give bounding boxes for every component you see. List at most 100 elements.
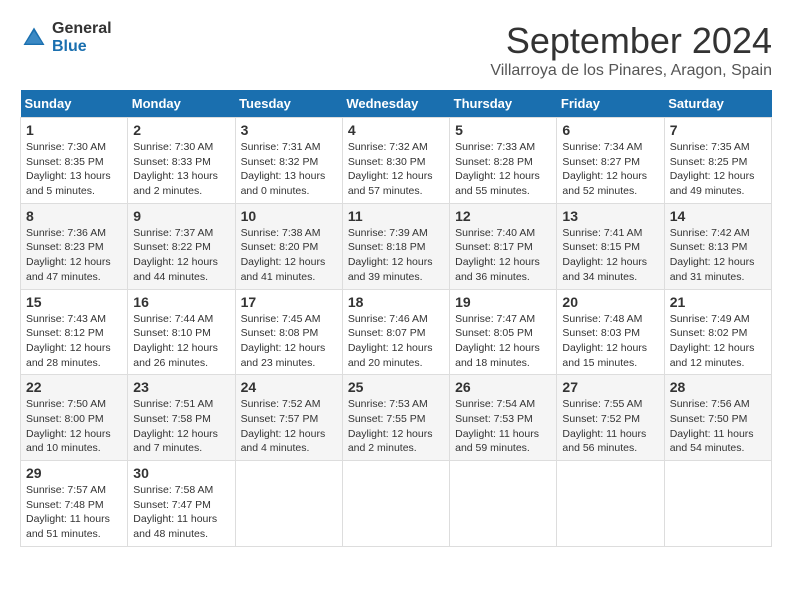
day-info: Sunrise: 7:47 AM Sunset: 8:05 PM Dayligh… xyxy=(455,313,540,369)
day-number: 23 xyxy=(133,379,229,395)
day-info: Sunrise: 7:52 AM Sunset: 7:57 PM Dayligh… xyxy=(241,398,326,454)
day-info: Sunrise: 7:51 AM Sunset: 7:58 PM Dayligh… xyxy=(133,398,218,454)
day-number: 15 xyxy=(26,294,122,310)
day-cell-10: 10 Sunrise: 7:38 AM Sunset: 8:20 PM Dayl… xyxy=(235,203,342,289)
week-row-5: 29 Sunrise: 7:57 AM Sunset: 7:48 PM Dayl… xyxy=(21,461,772,547)
day-cell-19: 19 Sunrise: 7:47 AM Sunset: 8:05 PM Dayl… xyxy=(450,289,557,375)
day-cell-1: 1 Sunrise: 7:30 AM Sunset: 8:35 PM Dayli… xyxy=(21,118,128,204)
day-cell-30: 30 Sunrise: 7:58 AM Sunset: 7:47 PM Dayl… xyxy=(128,461,235,547)
day-cell-2: 2 Sunrise: 7:30 AM Sunset: 8:33 PM Dayli… xyxy=(128,118,235,204)
day-cell-5: 5 Sunrise: 7:33 AM Sunset: 8:28 PM Dayli… xyxy=(450,118,557,204)
day-info: Sunrise: 7:43 AM Sunset: 8:12 PM Dayligh… xyxy=(26,313,111,369)
day-number: 24 xyxy=(241,379,337,395)
day-info: Sunrise: 7:55 AM Sunset: 7:52 PM Dayligh… xyxy=(562,398,646,454)
empty-cell xyxy=(450,461,557,547)
day-number: 29 xyxy=(26,465,122,481)
day-number: 19 xyxy=(455,294,551,310)
page-header: General Blue September 2024 Villarroya d… xyxy=(20,20,772,80)
day-info: Sunrise: 7:49 AM Sunset: 8:02 PM Dayligh… xyxy=(670,313,755,369)
day-number: 21 xyxy=(670,294,766,310)
day-cell-7: 7 Sunrise: 7:35 AM Sunset: 8:25 PM Dayli… xyxy=(664,118,771,204)
logo-general-text: General xyxy=(52,20,112,38)
day-cell-13: 13 Sunrise: 7:41 AM Sunset: 8:15 PM Dayl… xyxy=(557,203,664,289)
day-number: 6 xyxy=(562,122,658,138)
logo: General Blue xyxy=(20,20,112,55)
day-number: 1 xyxy=(26,122,122,138)
day-number: 16 xyxy=(133,294,229,310)
day-info: Sunrise: 7:30 AM Sunset: 8:33 PM Dayligh… xyxy=(133,141,218,197)
empty-cell xyxy=(664,461,771,547)
day-number: 28 xyxy=(670,379,766,395)
day-cell-4: 4 Sunrise: 7:32 AM Sunset: 8:30 PM Dayli… xyxy=(342,118,449,204)
day-info: Sunrise: 7:36 AM Sunset: 8:23 PM Dayligh… xyxy=(26,227,111,283)
day-info: Sunrise: 7:38 AM Sunset: 8:20 PM Dayligh… xyxy=(241,227,326,283)
week-row-2: 8 Sunrise: 7:36 AM Sunset: 8:23 PM Dayli… xyxy=(21,203,772,289)
day-number: 17 xyxy=(241,294,337,310)
calendar-table: SundayMondayTuesdayWednesdayThursdayFrid… xyxy=(20,90,772,547)
day-info: Sunrise: 7:35 AM Sunset: 8:25 PM Dayligh… xyxy=(670,141,755,197)
day-info: Sunrise: 7:39 AM Sunset: 8:18 PM Dayligh… xyxy=(348,227,433,283)
weekday-header-tuesday: Tuesday xyxy=(235,90,342,118)
day-cell-16: 16 Sunrise: 7:44 AM Sunset: 8:10 PM Dayl… xyxy=(128,289,235,375)
day-info: Sunrise: 7:34 AM Sunset: 8:27 PM Dayligh… xyxy=(562,141,647,197)
title-section: September 2024 Villarroya de los Pinares… xyxy=(490,20,772,80)
day-cell-26: 26 Sunrise: 7:54 AM Sunset: 7:53 PM Dayl… xyxy=(450,375,557,461)
day-number: 4 xyxy=(348,122,444,138)
day-number: 30 xyxy=(133,465,229,481)
day-number: 22 xyxy=(26,379,122,395)
month-title: September 2024 xyxy=(490,20,772,62)
day-info: Sunrise: 7:48 AM Sunset: 8:03 PM Dayligh… xyxy=(562,313,647,369)
day-cell-12: 12 Sunrise: 7:40 AM Sunset: 8:17 PM Dayl… xyxy=(450,203,557,289)
day-cell-9: 9 Sunrise: 7:37 AM Sunset: 8:22 PM Dayli… xyxy=(128,203,235,289)
day-cell-29: 29 Sunrise: 7:57 AM Sunset: 7:48 PM Dayl… xyxy=(21,461,128,547)
day-number: 3 xyxy=(241,122,337,138)
logo-icon xyxy=(20,24,48,52)
day-info: Sunrise: 7:42 AM Sunset: 8:13 PM Dayligh… xyxy=(670,227,755,283)
day-cell-17: 17 Sunrise: 7:45 AM Sunset: 8:08 PM Dayl… xyxy=(235,289,342,375)
day-cell-11: 11 Sunrise: 7:39 AM Sunset: 8:18 PM Dayl… xyxy=(342,203,449,289)
day-number: 26 xyxy=(455,379,551,395)
day-number: 12 xyxy=(455,208,551,224)
weekday-header-sunday: Sunday xyxy=(21,90,128,118)
weekday-header-saturday: Saturday xyxy=(664,90,771,118)
weekday-header-row: SundayMondayTuesdayWednesdayThursdayFrid… xyxy=(21,90,772,118)
day-cell-28: 28 Sunrise: 7:56 AM Sunset: 7:50 PM Dayl… xyxy=(664,375,771,461)
day-info: Sunrise: 7:58 AM Sunset: 7:47 PM Dayligh… xyxy=(133,484,217,540)
weekday-header-monday: Monday xyxy=(128,90,235,118)
day-number: 10 xyxy=(241,208,337,224)
day-info: Sunrise: 7:57 AM Sunset: 7:48 PM Dayligh… xyxy=(26,484,110,540)
day-number: 25 xyxy=(348,379,444,395)
day-number: 5 xyxy=(455,122,551,138)
empty-cell xyxy=(342,461,449,547)
logo-blue-text: Blue xyxy=(52,38,112,56)
weekday-header-wednesday: Wednesday xyxy=(342,90,449,118)
day-info: Sunrise: 7:33 AM Sunset: 8:28 PM Dayligh… xyxy=(455,141,540,197)
day-info: Sunrise: 7:30 AM Sunset: 8:35 PM Dayligh… xyxy=(26,141,111,197)
day-info: Sunrise: 7:53 AM Sunset: 7:55 PM Dayligh… xyxy=(348,398,433,454)
day-info: Sunrise: 7:54 AM Sunset: 7:53 PM Dayligh… xyxy=(455,398,539,454)
day-info: Sunrise: 7:32 AM Sunset: 8:30 PM Dayligh… xyxy=(348,141,433,197)
day-cell-20: 20 Sunrise: 7:48 AM Sunset: 8:03 PM Dayl… xyxy=(557,289,664,375)
day-number: 9 xyxy=(133,208,229,224)
day-info: Sunrise: 7:31 AM Sunset: 8:32 PM Dayligh… xyxy=(241,141,326,197)
day-number: 8 xyxy=(26,208,122,224)
day-number: 27 xyxy=(562,379,658,395)
weekday-header-thursday: Thursday xyxy=(450,90,557,118)
day-info: Sunrise: 7:46 AM Sunset: 8:07 PM Dayligh… xyxy=(348,313,433,369)
day-cell-22: 22 Sunrise: 7:50 AM Sunset: 8:00 PM Dayl… xyxy=(21,375,128,461)
day-cell-6: 6 Sunrise: 7:34 AM Sunset: 8:27 PM Dayli… xyxy=(557,118,664,204)
day-info: Sunrise: 7:50 AM Sunset: 8:00 PM Dayligh… xyxy=(26,398,111,454)
week-row-1: 1 Sunrise: 7:30 AM Sunset: 8:35 PM Dayli… xyxy=(21,118,772,204)
day-info: Sunrise: 7:37 AM Sunset: 8:22 PM Dayligh… xyxy=(133,227,218,283)
day-info: Sunrise: 7:56 AM Sunset: 7:50 PM Dayligh… xyxy=(670,398,754,454)
day-number: 14 xyxy=(670,208,766,224)
day-number: 2 xyxy=(133,122,229,138)
logo-text: General Blue xyxy=(52,20,112,55)
week-row-4: 22 Sunrise: 7:50 AM Sunset: 8:00 PM Dayl… xyxy=(21,375,772,461)
week-row-3: 15 Sunrise: 7:43 AM Sunset: 8:12 PM Dayl… xyxy=(21,289,772,375)
day-info: Sunrise: 7:45 AM Sunset: 8:08 PM Dayligh… xyxy=(241,313,326,369)
day-cell-18: 18 Sunrise: 7:46 AM Sunset: 8:07 PM Dayl… xyxy=(342,289,449,375)
day-cell-15: 15 Sunrise: 7:43 AM Sunset: 8:12 PM Dayl… xyxy=(21,289,128,375)
day-cell-25: 25 Sunrise: 7:53 AM Sunset: 7:55 PM Dayl… xyxy=(342,375,449,461)
day-cell-21: 21 Sunrise: 7:49 AM Sunset: 8:02 PM Dayl… xyxy=(664,289,771,375)
